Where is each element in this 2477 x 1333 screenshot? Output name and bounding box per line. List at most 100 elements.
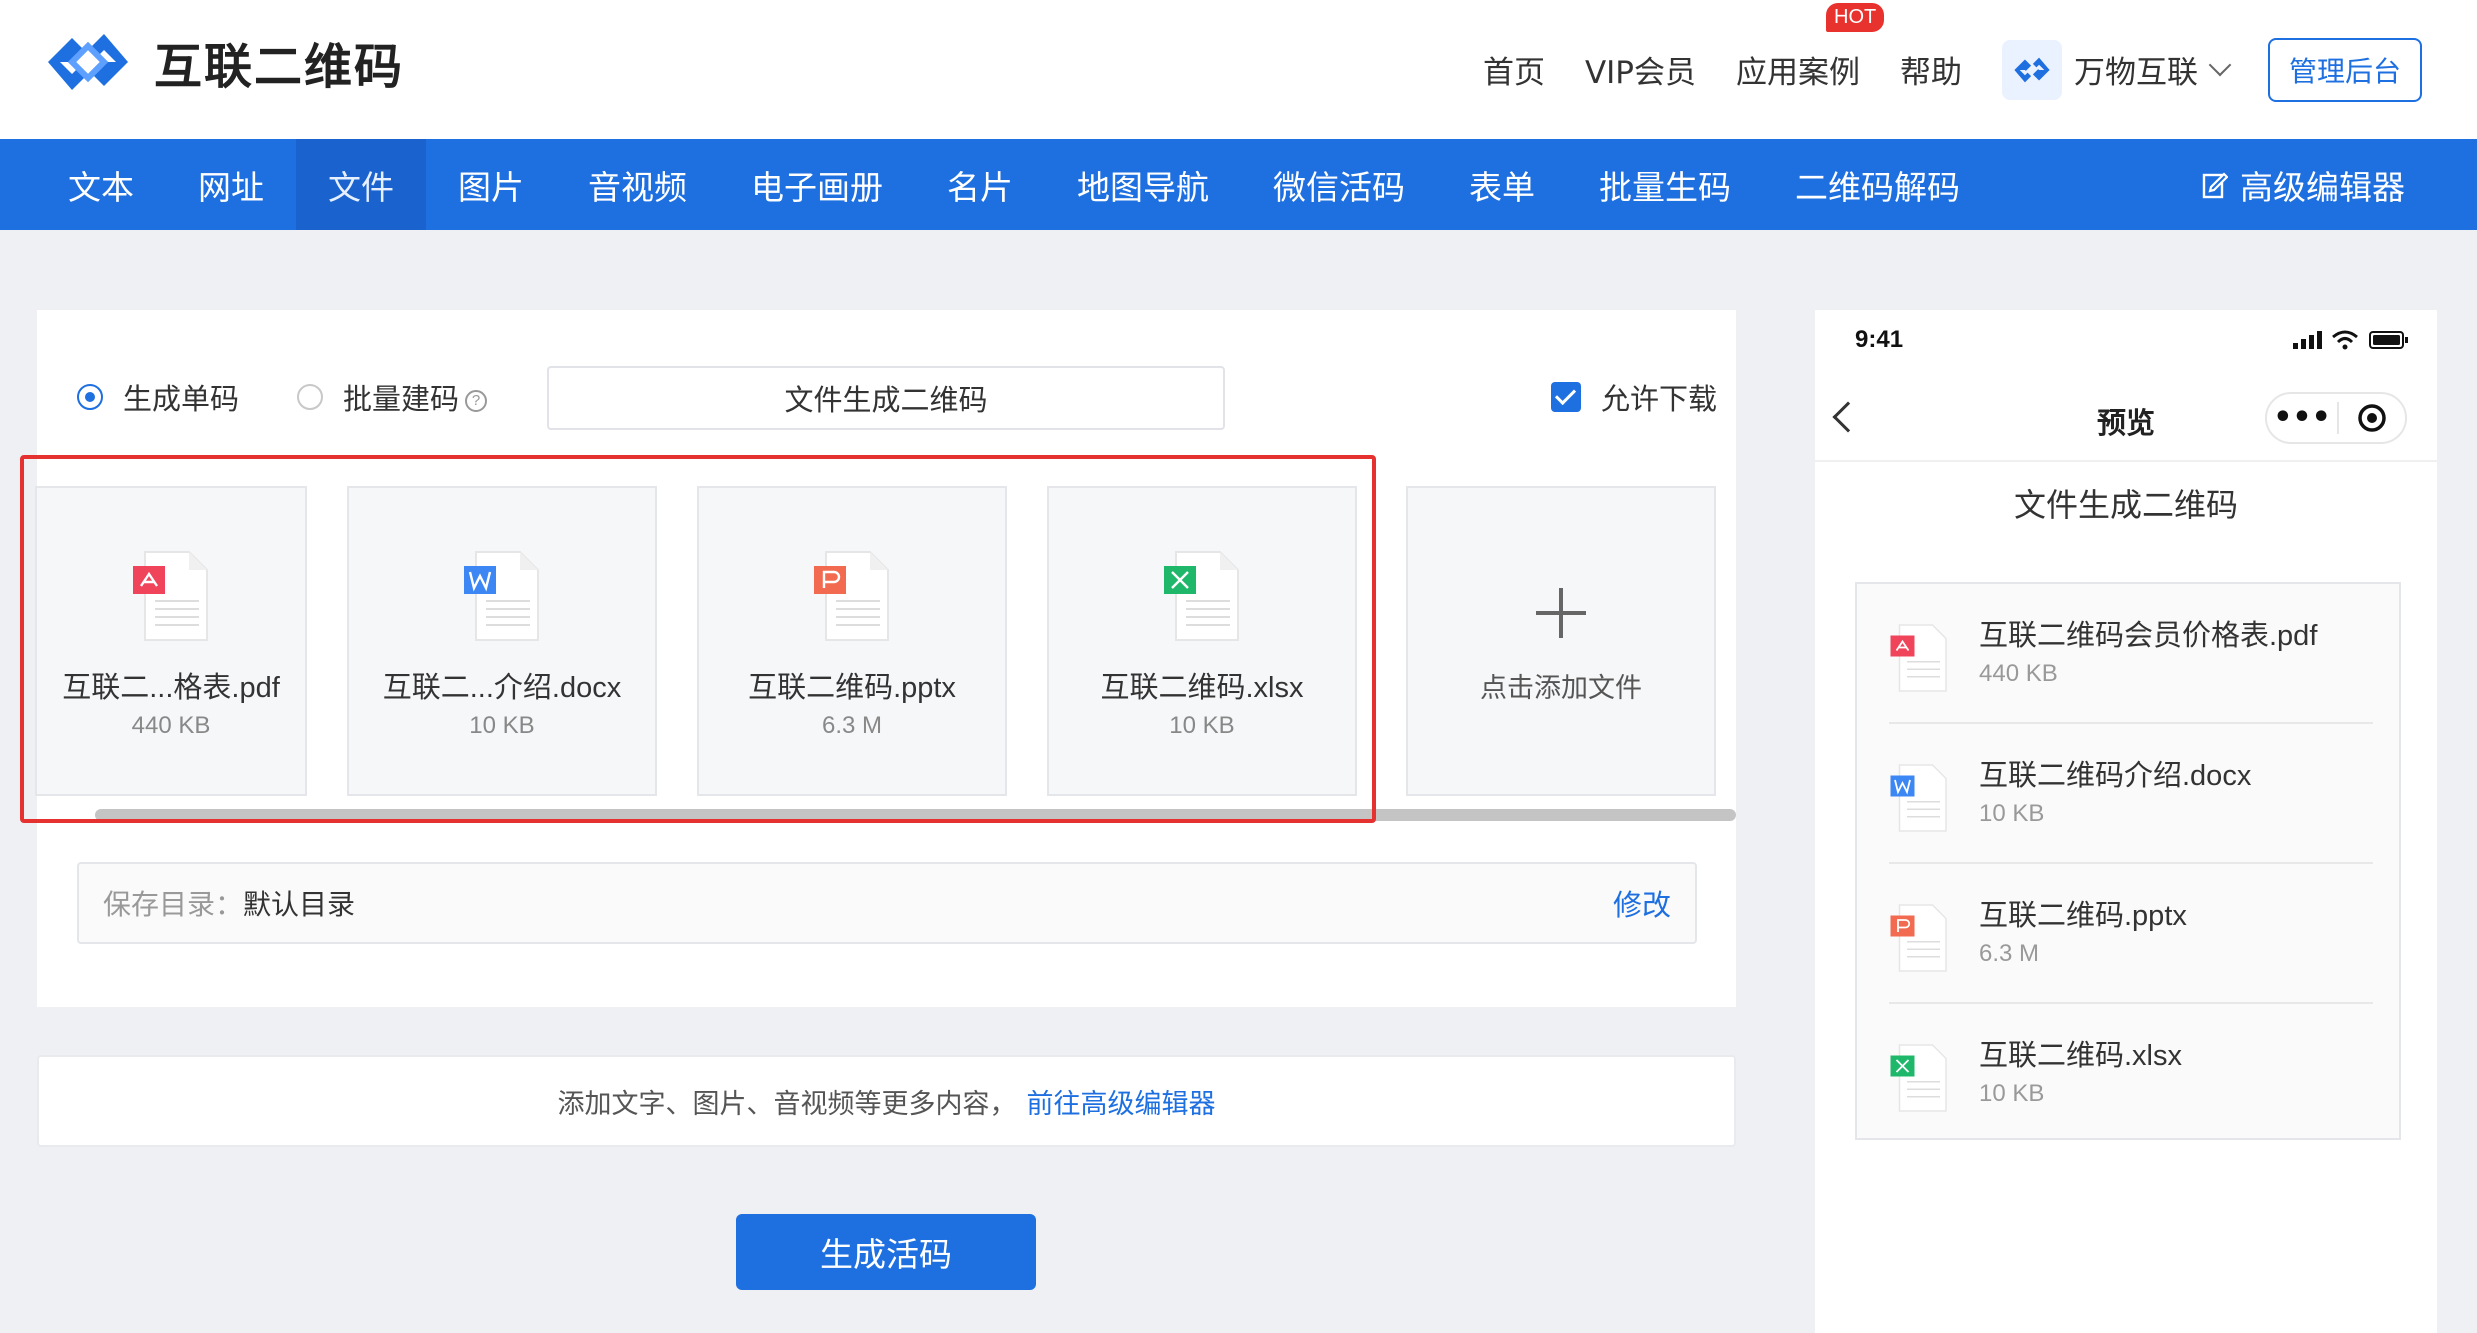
allow-download-label: 允许下载 xyxy=(1601,382,1718,416)
nav-image[interactable]: 图片 xyxy=(426,139,556,230)
file-size: 10 KB xyxy=(1169,712,1235,739)
brand-name: 互联二维码 xyxy=(154,39,405,95)
preview-file-size: 6.3 M xyxy=(1979,940,2040,967)
plus-icon xyxy=(1536,588,1586,638)
more-icon[interactable]: ••• xyxy=(2267,403,2337,433)
file-name: 互联二...格表.pdf xyxy=(62,672,280,704)
file-card-docx[interactable]: 互联二...介绍.docx 10 KB xyxy=(347,486,657,796)
status-time: 9:41 xyxy=(1855,326,1904,353)
preview-heading: 文件生成二维码 xyxy=(2013,486,2238,524)
hint-advanced-editor-link[interactable]: 前往高级编辑器 xyxy=(1027,1082,1216,1121)
file-card-pdf[interactable]: 互联二...格表.pdf 440 KB xyxy=(35,486,307,796)
header: 互联二维码 首页 VIP会员 应用案例 HOT 帮助 万物互联 管理后台 xyxy=(0,0,2477,139)
file-name: 互联二维码.xlsx xyxy=(1100,672,1304,704)
title-input[interactable] xyxy=(547,366,1225,430)
file-name: 互联二维码.pptx xyxy=(748,672,956,704)
save-directory-value: 默认目录 xyxy=(243,888,356,921)
add-file-button[interactable]: 点击添加文件 xyxy=(1406,486,1716,796)
nav-av[interactable]: 音视频 xyxy=(556,139,719,230)
brand-logo[interactable]: 互联二维码 xyxy=(38,26,404,98)
preview-file-item[interactable]: 互联二维码.xlsx 10 KB xyxy=(1889,1004,2373,1144)
xlsx-file-icon xyxy=(1164,551,1239,641)
preview-file-name: 互联二维码介绍.docx xyxy=(1979,760,2252,792)
save-directory-label: 保存目录： xyxy=(103,888,244,921)
nav-wechat[interactable]: 微信活码 xyxy=(1241,139,1437,230)
status-icons xyxy=(2293,330,2409,350)
miniapp-capsule: ••• xyxy=(2265,392,2407,444)
account-logo-icon xyxy=(2002,39,2062,100)
docx-file-icon xyxy=(464,551,539,641)
mobile-preview: 9:41 预览 ••• 文件生成二维码 互联二维码会员价格表.pdf 440 K… xyxy=(1815,310,2437,1333)
file-card-pptx[interactable]: 互联二维码.pptx 6.3 M xyxy=(697,486,1007,796)
preview-file-item[interactable]: 互联二维码.pptx 6.3 M xyxy=(1889,864,2373,1004)
help-icon[interactable]: ? xyxy=(465,390,488,412)
signal-icon xyxy=(2293,331,2322,349)
wifi-icon xyxy=(2332,330,2358,350)
docx-file-icon xyxy=(1890,764,1947,832)
close-target-icon[interactable] xyxy=(2339,402,2405,434)
file-list: 互联二...格表.pdf 440 KB 互联二...介绍.docx 10 KB xyxy=(35,486,1736,796)
category-nav: 文本 网址 文件 图片 音视频 电子画册 名片 地图导航 微信活码 表单 批量生… xyxy=(0,139,2477,230)
xlsx-file-icon xyxy=(1890,1044,1947,1112)
mode-selector: 生成单码 批量建码? xyxy=(77,376,545,418)
mode-batch-radio[interactable] xyxy=(297,384,324,410)
top-nav: 首页 VIP会员 应用案例 HOT 帮助 万物互联 管理后台 xyxy=(1483,0,2477,139)
preview-file-name: 互联二维码.pptx xyxy=(1979,900,2187,932)
save-directory-row: 保存目录： 默认目录 修改 xyxy=(77,862,1697,944)
nav-text[interactable]: 文本 xyxy=(0,139,166,230)
preview-file-size: 10 KB xyxy=(1979,800,2045,827)
preview-file-name: 互联二维码.xlsx xyxy=(1979,1040,2183,1072)
file-name: 互联二...介绍.docx xyxy=(382,672,622,704)
mode-batch-label[interactable]: 批量建码? xyxy=(343,376,488,418)
preview-file-name: 互联二维码会员价格表.pdf xyxy=(1979,620,2318,652)
advanced-hint-bar: 添加文字、图片、音视频等更多内容， 前往高级编辑器 xyxy=(37,1055,1736,1147)
advanced-editor-link[interactable]: 高级编辑器 xyxy=(2202,139,2405,230)
preview-file-item[interactable]: 互联二维码会员价格表.pdf 440 KB xyxy=(1889,584,2373,724)
checkbox-checked-icon xyxy=(1551,382,1581,412)
mode-single-radio[interactable] xyxy=(77,384,103,410)
advanced-editor-label: 高级编辑器 xyxy=(2240,167,2405,207)
account-menu[interactable]: 万物互联 xyxy=(2002,39,2232,100)
file-form-card: 生成单码 批量建码? 允许下载 互联二...格表.pdf 440 KB xyxy=(35,310,1736,1007)
admin-button[interactable]: 管理后台 xyxy=(2268,37,2422,102)
nav-form[interactable]: 表单 xyxy=(1437,139,1567,230)
preview-titlebar: 预览 ••• xyxy=(1815,376,2437,462)
topnav-cases[interactable]: 应用案例 HOT xyxy=(1736,3,1885,92)
account-name: 万物互联 xyxy=(2074,55,2198,91)
add-file-label: 点击添加文件 xyxy=(1480,673,1642,704)
nav-decode[interactable]: 二维码解码 xyxy=(1763,139,1992,230)
nav-batch[interactable]: 批量生码 xyxy=(1567,139,1763,230)
file-size: 10 KB xyxy=(469,712,535,739)
pdf-file-icon xyxy=(133,551,208,641)
brand-logo-icon xyxy=(48,34,128,90)
save-directory-edit-link[interactable]: 修改 xyxy=(1613,882,1671,924)
pptx-file-icon xyxy=(814,551,889,641)
file-list-scrollbar[interactable] xyxy=(95,809,1736,821)
nav-album[interactable]: 电子画册 xyxy=(719,139,915,230)
preview-file-size: 10 KB xyxy=(1979,1080,2045,1107)
nav-map[interactable]: 地图导航 xyxy=(1045,139,1241,230)
hint-text: 添加文字、图片、音视频等更多内容， xyxy=(557,1088,1017,1120)
preview-file-size: 440 KB xyxy=(1979,660,2058,687)
file-size: 6.3 M xyxy=(821,712,883,739)
topnav-home[interactable]: 首页 xyxy=(1483,47,1545,92)
allow-download-checkbox[interactable]: 允许下载 xyxy=(1531,376,1717,418)
nav-file[interactable]: 文件 xyxy=(296,139,426,230)
nav-url[interactable]: 网址 xyxy=(166,139,296,230)
topnav-help[interactable]: 帮助 xyxy=(1900,47,1962,92)
preview-file-list: 互联二维码会员价格表.pdf 440 KB 互联二维码介绍.docx 10 KB… xyxy=(1855,582,2401,1140)
preview-file-item[interactable]: 互联二维码介绍.docx 10 KB xyxy=(1889,724,2373,864)
file-size: 440 KB xyxy=(131,712,211,739)
nav-card[interactable]: 名片 xyxy=(915,139,1045,230)
pdf-file-icon xyxy=(1890,624,1947,692)
generate-button[interactable]: 生成活码 xyxy=(736,1214,1036,1290)
mode-batch-text: 批量建码 xyxy=(343,382,460,416)
chevron-down-icon xyxy=(2208,53,2232,76)
topnav-cases-label: 应用案例 xyxy=(1736,55,1860,91)
topnav-vip[interactable]: VIP会员 xyxy=(1585,47,1696,92)
file-card-xlsx[interactable]: 互联二维码.xlsx 10 KB xyxy=(1047,486,1357,796)
pptx-file-icon xyxy=(1890,904,1947,972)
battery-icon xyxy=(2369,331,2408,349)
edit-icon xyxy=(2202,171,2228,198)
mode-single-label[interactable]: 生成单码 xyxy=(123,376,239,418)
